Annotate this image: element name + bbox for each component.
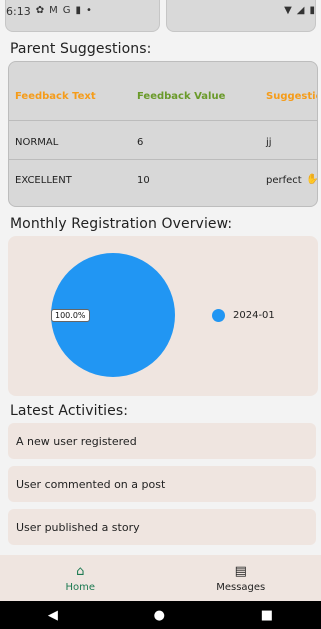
activity-item[interactable]: User commented on a post: [8, 466, 316, 502]
activity-item[interactable]: A new user registered: [8, 423, 316, 459]
row-feedback-text: EXCELLENT: [15, 175, 72, 186]
thumbs-up-icon: ✋: [306, 174, 318, 185]
clock-time: 6:13: [6, 4, 31, 18]
parent-suggestions-title: Parent Suggestions:: [10, 41, 152, 57]
signal-icon: ◢: [296, 5, 305, 16]
header-feedback-text: Feedback Text: [15, 91, 96, 102]
feedback-table: Feedback Text Feedback Value Suggestic N…: [8, 61, 318, 207]
battery-icon: ▮: [309, 5, 315, 16]
row-divider: [9, 120, 317, 121]
nav-home[interactable]: ⌂ Home: [25, 558, 135, 598]
recents-icon[interactable]: ■: [261, 608, 273, 623]
header-feedback-value: Feedback Value: [137, 91, 226, 102]
nav-messages-label: Messages: [216, 581, 266, 593]
row-suggestion: jj: [266, 137, 272, 148]
nav-messages[interactable]: ▤ Messages: [186, 558, 296, 598]
pie-percentage-label: 100.0%: [51, 309, 90, 322]
legend-color-swatch: [212, 309, 225, 322]
row-feedback-value: 6: [137, 137, 144, 148]
row-feedback-value: 10: [137, 175, 150, 186]
legend-label: 2024-01: [233, 310, 275, 321]
message-icon: ▤: [234, 563, 247, 579]
google-icon: G: [62, 5, 71, 16]
header-suggestion: Suggestic: [266, 91, 318, 102]
dot-icon: •: [86, 5, 92, 16]
row-divider: [9, 159, 317, 160]
activity-item[interactable]: User published a story: [8, 509, 316, 545]
sd-card-icon: ▮: [75, 5, 81, 16]
latest-activities-title: Latest Activities:: [10, 403, 129, 419]
home-button-icon[interactable]: ●: [154, 608, 165, 623]
gear-icon: ✿: [35, 5, 45, 16]
nav-home-label: Home: [65, 581, 96, 593]
system-navigation-bar: ◀ ● ■: [0, 601, 321, 629]
row-suggestion: perfect: [266, 175, 302, 186]
bottom-navigation: ⌂ Home ▤ Messages: [0, 555, 321, 601]
wifi-icon: ▼: [284, 5, 292, 16]
back-icon[interactable]: ◀: [48, 608, 58, 623]
chart-legend: 2024-01: [212, 309, 275, 322]
registration-chart-card: 100.0% 2024-01: [8, 236, 318, 396]
row-feedback-text: NORMAL: [15, 137, 59, 148]
status-bar: 6:13 ✿ M G ▮ • ▼ ◢ ▮: [0, 0, 321, 22]
monthly-overview-title: Monthly Registration Overview:: [10, 216, 233, 232]
home-icon: ⌂: [76, 563, 85, 579]
mail-icon: M: [49, 5, 58, 16]
